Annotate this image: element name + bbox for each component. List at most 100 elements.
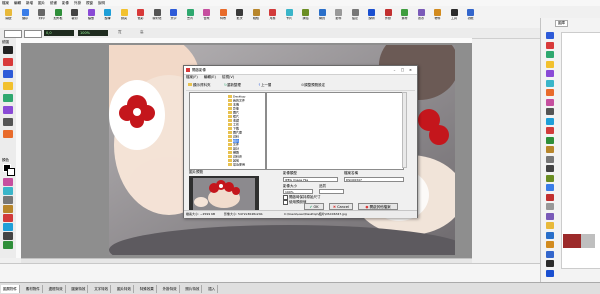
tool-icon[interactable] bbox=[3, 196, 13, 204]
bottom-tab[interactable]: 邊框特效 bbox=[47, 285, 66, 293]
refresh-button[interactable]: ↻重新整理 bbox=[224, 83, 241, 88]
toolbar-button[interactable]: 設定 bbox=[350, 8, 361, 27]
toolbar-button[interactable]: 郵件 bbox=[333, 8, 344, 27]
panel-tool-icon[interactable] bbox=[546, 32, 554, 39]
library-thumb-1[interactable] bbox=[563, 234, 581, 248]
menu-item[interactable]: 新增 bbox=[26, 1, 33, 5]
show-folders-button[interactable]: 顯示資料夾 bbox=[188, 83, 211, 88]
tool-icon[interactable] bbox=[3, 82, 13, 90]
tool-icon[interactable] bbox=[3, 232, 13, 240]
toolbar-button[interactable]: 調亮 bbox=[119, 8, 130, 27]
toolbar-button[interactable]: 說明 bbox=[366, 8, 377, 27]
toolbar-button[interactable]: 遮罩 bbox=[416, 8, 427, 27]
menu-item[interactable]: 影像 bbox=[62, 1, 69, 5]
panel-tool-icon[interactable] bbox=[546, 41, 554, 49]
cancel-button[interactable]: ✖ Cancel bbox=[329, 203, 353, 210]
tree-folder-item[interactable]: 最近使用 bbox=[228, 163, 245, 167]
bottom-tab[interactable]: 圖層物件 bbox=[1, 285, 20, 293]
background-swatch[interactable] bbox=[24, 30, 42, 38]
panel-tool-icon[interactable] bbox=[546, 89, 554, 96]
toolbar-button[interactable]: 工具 bbox=[449, 8, 460, 27]
dialog-menu-edit[interactable]: 編輯(E) bbox=[204, 75, 216, 79]
tool-icon[interactable] bbox=[3, 106, 13, 114]
image-size-select[interactable]: 100% bbox=[283, 189, 313, 194]
toolbar-button[interactable]: 網頁 bbox=[317, 8, 328, 27]
panel-tool-icon[interactable] bbox=[546, 127, 554, 134]
use-default-checkbox[interactable] bbox=[283, 200, 288, 205]
toolbar-button[interactable]: 文字 bbox=[168, 8, 179, 27]
panel-tool-icon[interactable] bbox=[546, 222, 554, 229]
tool-icon[interactable] bbox=[3, 205, 13, 213]
toolbar-button[interactable]: 加外框 bbox=[53, 8, 64, 27]
preview-settings-button[interactable]: ⚙調整預覽設定 bbox=[301, 83, 325, 88]
tool-icon[interactable] bbox=[3, 223, 13, 231]
secondary-color-swatch[interactable] bbox=[7, 168, 15, 176]
bottom-tab[interactable]: 照片特效 bbox=[183, 285, 203, 293]
toolbar-button[interactable]: 去背 bbox=[185, 8, 196, 27]
panel-tool-icon[interactable] bbox=[546, 146, 554, 153]
foreground-swatch[interactable] bbox=[4, 30, 22, 38]
toolbar-button[interactable]: 拼貼 bbox=[300, 8, 311, 27]
close-icon[interactable]: × bbox=[408, 68, 413, 72]
panel-tool-icon[interactable] bbox=[546, 51, 554, 58]
panel-tool-icon[interactable] bbox=[546, 212, 554, 220]
tool-icon[interactable] bbox=[3, 130, 13, 138]
bottom-tab[interactable]: 圖片特效 bbox=[115, 285, 134, 293]
bottom-tab[interactable]: 外掛特效 bbox=[161, 285, 180, 293]
menu-item[interactable]: 繪畫 bbox=[50, 1, 57, 5]
menu-item[interactable]: 說明 bbox=[98, 1, 105, 5]
bottom-tab[interactable]: 文字特效 bbox=[92, 285, 112, 293]
toolbar-button[interactable]: 特效 bbox=[218, 8, 229, 27]
position-field[interactable]: 0,0 bbox=[44, 30, 74, 36]
toolbar-button[interactable]: 物件 bbox=[432, 8, 443, 27]
tool-icon[interactable] bbox=[3, 70, 13, 78]
dialog-menu-view[interactable]: 檢視(V) bbox=[222, 75, 234, 79]
panel-tool-icon[interactable] bbox=[546, 269, 554, 277]
file-list-scrollbar[interactable] bbox=[402, 92, 407, 168]
open-other-button[interactable]: ● 開啟其他檔案 bbox=[358, 203, 398, 210]
menu-item[interactable]: 檔案 bbox=[2, 1, 9, 5]
tool-icon[interactable] bbox=[3, 94, 13, 102]
tool-icon[interactable] bbox=[3, 178, 13, 186]
panel-tool-icon[interactable] bbox=[546, 155, 554, 163]
folder-tree[interactable]: Desktop 我的文件 本機 影像 圖片 照片 收藏 工作 下載 圖片庫 資料 相片 文件 設計 網路 資料… bbox=[189, 92, 266, 170]
quality-input[interactable] bbox=[319, 189, 344, 194]
panel-tool-icon[interactable] bbox=[546, 203, 554, 210]
toolbar-button[interactable]: 素材 bbox=[399, 8, 410, 27]
bottom-tab[interactable]: 素材物件 bbox=[24, 285, 43, 293]
minimize-icon[interactable]: – bbox=[392, 68, 397, 72]
panel-tool-icon[interactable] bbox=[546, 260, 554, 267]
panel-tool-icon[interactable] bbox=[546, 60, 554, 68]
panel-tool-icon[interactable] bbox=[546, 98, 554, 106]
library-thumb-2[interactable] bbox=[581, 234, 595, 248]
toolbar-button[interactable]: 相框 bbox=[251, 8, 262, 27]
tool-icon[interactable] bbox=[3, 187, 13, 195]
filename-input[interactable]: DSC06347 bbox=[344, 177, 404, 182]
tool-icon[interactable] bbox=[3, 58, 13, 66]
panel-tool-icon[interactable] bbox=[546, 174, 554, 182]
zoom-field[interactable]: 100% bbox=[78, 30, 108, 36]
panel-tool-icon[interactable] bbox=[546, 250, 554, 258]
menu-item[interactable]: 編輯 bbox=[14, 1, 21, 5]
toolbar-button[interactable]: 合成 bbox=[201, 8, 212, 27]
panel-tool-icon[interactable] bbox=[546, 70, 554, 77]
toolbar-button[interactable]: 儲存 bbox=[20, 8, 31, 27]
menu-item[interactable]: 視窗 bbox=[86, 1, 93, 5]
maximize-icon[interactable]: □ bbox=[400, 68, 405, 72]
bottom-tab[interactable]: 插入 bbox=[206, 285, 219, 293]
menu-item[interactable]: 外掛 bbox=[74, 1, 81, 5]
bottom-tab[interactable]: 圖案特效 bbox=[69, 285, 89, 293]
tool-icon[interactable] bbox=[3, 241, 13, 249]
filetype-select[interactable]: JPEG Image File bbox=[283, 177, 338, 182]
up-level-button[interactable]: ↑上一層 bbox=[258, 83, 271, 88]
toolbar-button[interactable]: 銳利化 bbox=[152, 8, 163, 27]
panel-tool-icon[interactable] bbox=[546, 108, 554, 115]
toolbar-button[interactable]: 色彩 bbox=[135, 8, 146, 27]
panel-tool-icon[interactable] bbox=[546, 136, 554, 144]
bottom-tab[interactable]: 特殊效果 bbox=[138, 285, 157, 293]
toolbar-button[interactable]: 開啟 bbox=[3, 8, 14, 27]
panel-tool-icon[interactable] bbox=[546, 117, 554, 125]
tool-icon[interactable] bbox=[3, 118, 13, 126]
tab-library[interactable]: 圖庫 bbox=[555, 20, 568, 27]
toolbar-button[interactable]: 批次 bbox=[234, 8, 245, 27]
